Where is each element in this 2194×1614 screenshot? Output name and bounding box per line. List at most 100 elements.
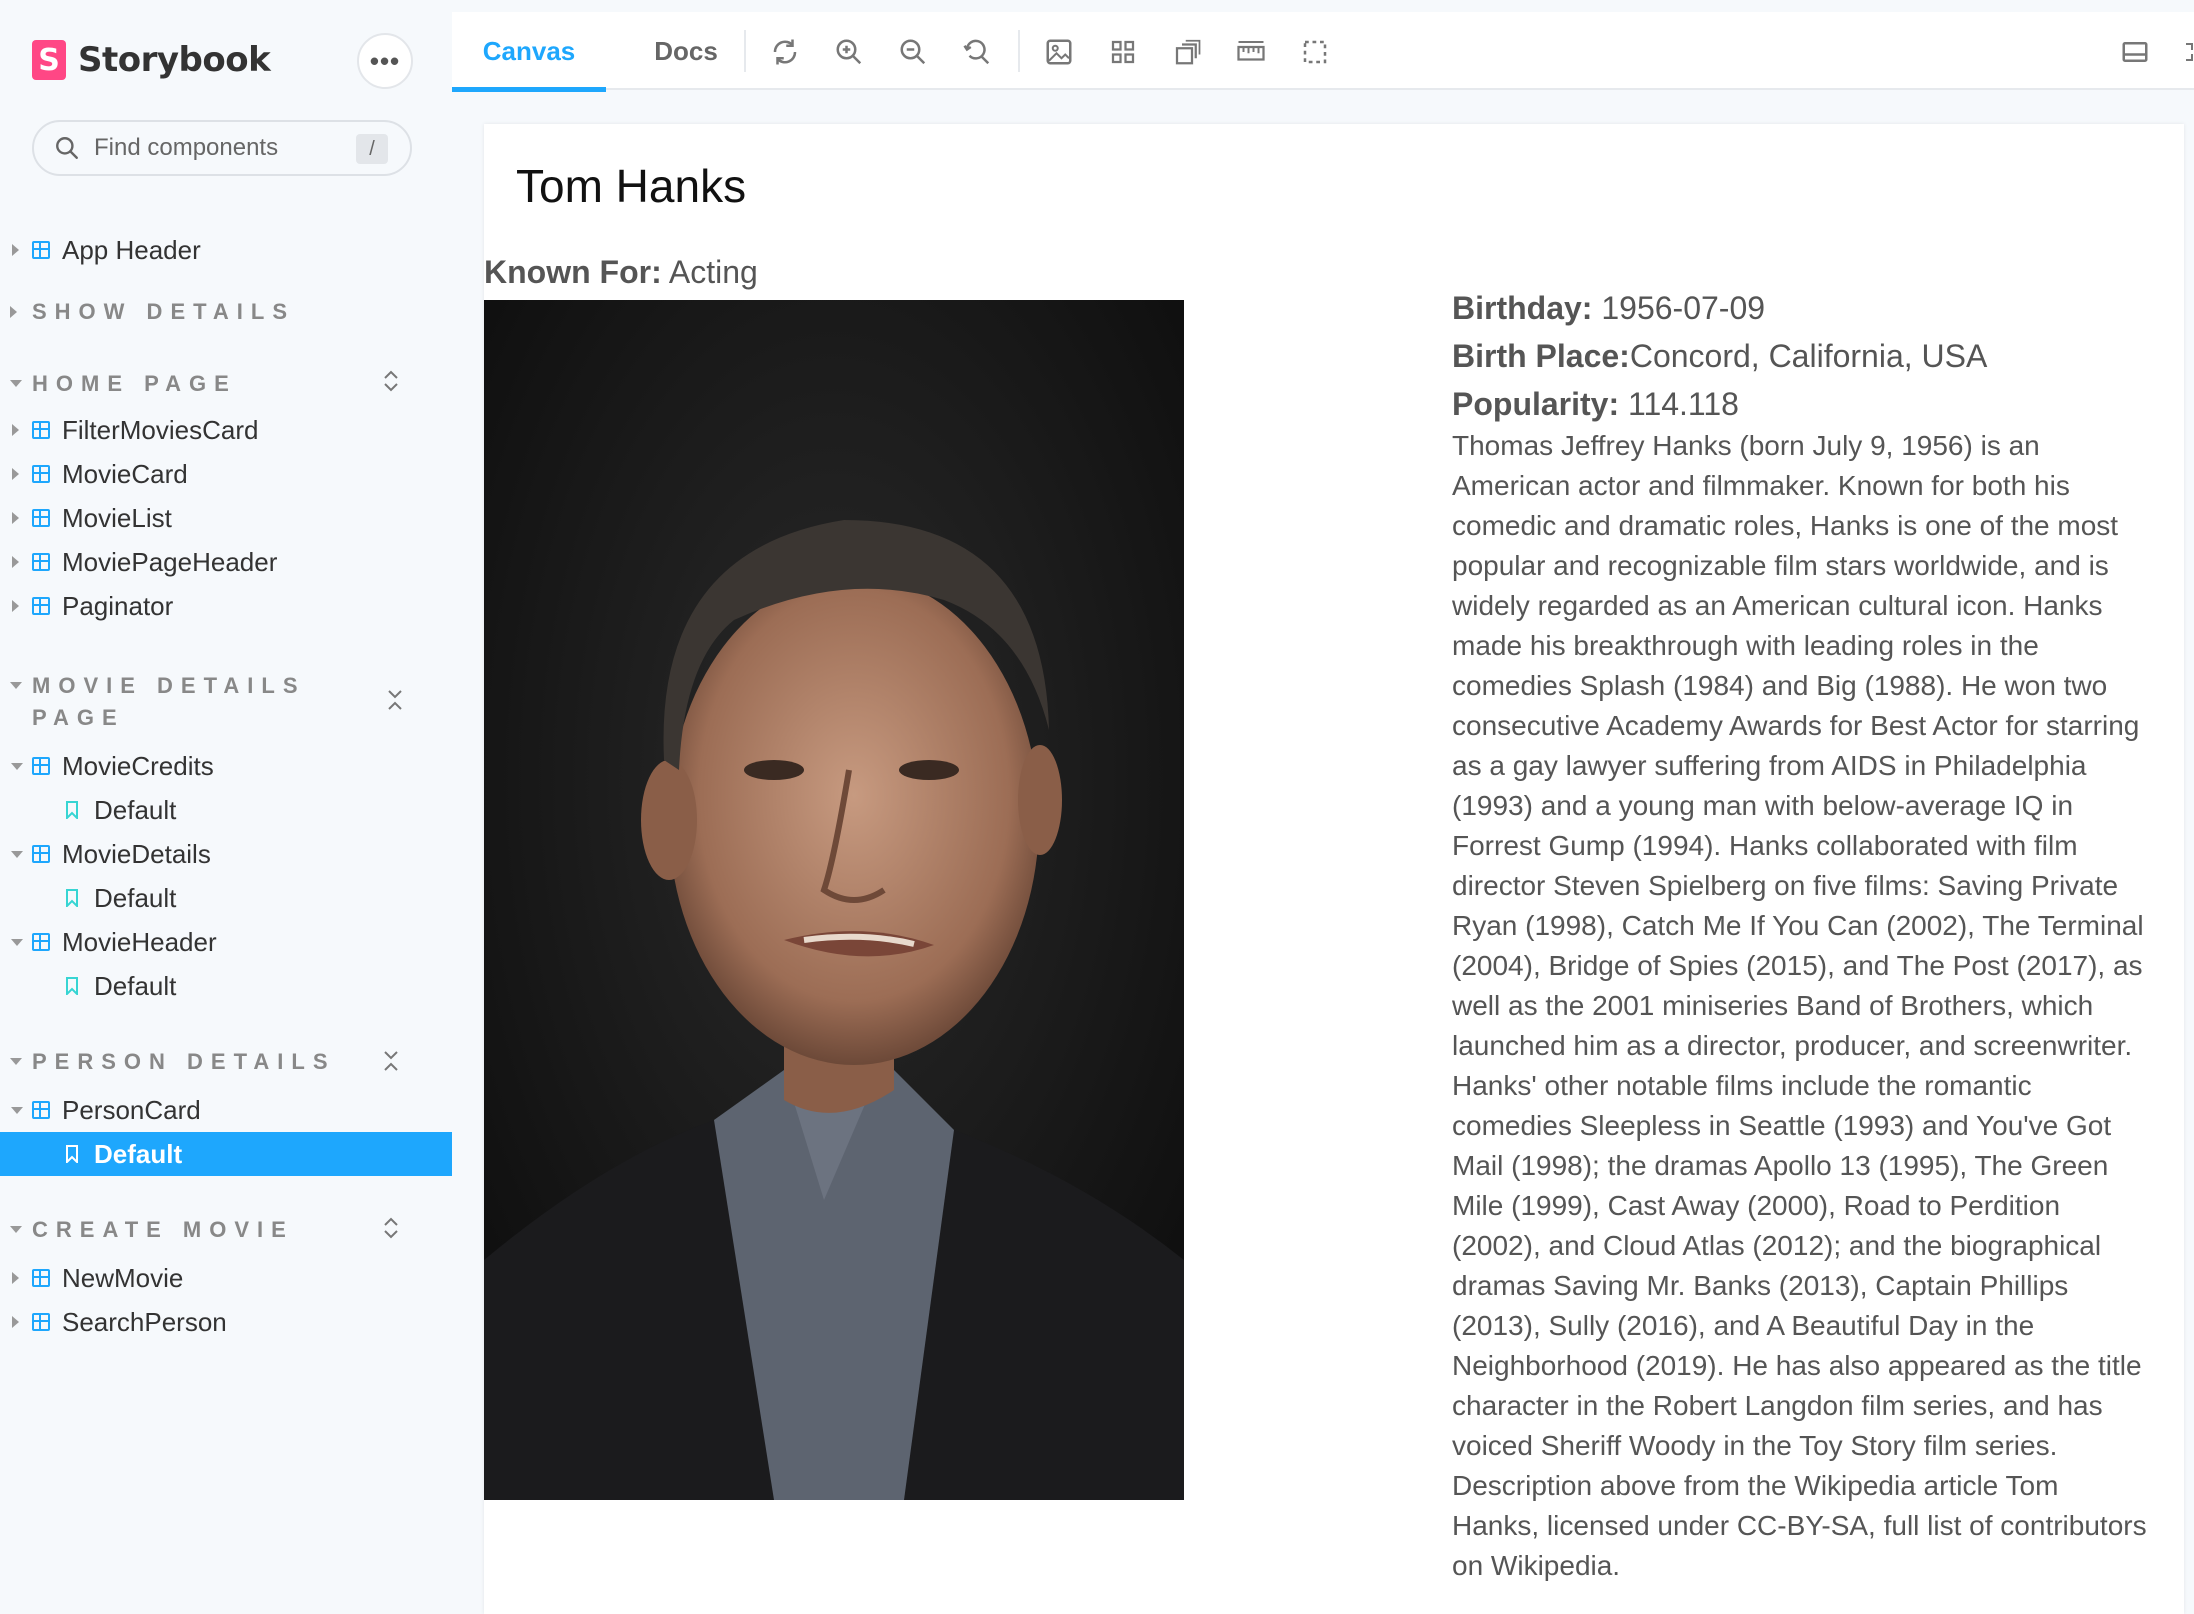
caret-down-icon <box>11 938 23 946</box>
sidebar-item-label: MovieCard <box>62 458 188 489</box>
known-for: Known For: Acting <box>484 254 758 291</box>
sidebar-item-label: NewMovie <box>62 1262 184 1293</box>
toolbar-divider <box>744 30 746 72</box>
toolbar-divider <box>1018 30 1020 72</box>
sidebar-item-label: MovieList <box>62 502 172 533</box>
tab-label: Docs <box>654 35 718 66</box>
sidebar-item-movie-header[interactable]: MovieHeader <box>0 920 452 964</box>
sidebar-item-label: Default <box>94 1138 183 1169</box>
caret-down-icon <box>11 850 23 858</box>
sidebar-item-label: MoviePageHeader <box>62 546 278 577</box>
person-photo <box>484 300 1184 1500</box>
tab-docs[interactable]: Docs <box>636 12 736 90</box>
background-icon[interactable] <box>1044 37 1074 67</box>
search-box: / <box>32 120 412 176</box>
sidebar-item-movie-page-header[interactable]: MoviePageHeader <box>0 540 452 584</box>
birth-place-label: Birth Place: <box>1452 338 1630 374</box>
tab-canvas[interactable]: Canvas <box>452 12 606 92</box>
caret-right-icon <box>12 468 19 480</box>
portrait-image <box>484 300 1184 1500</box>
component-icon <box>32 1101 50 1119</box>
sidebar-item-search-person[interactable]: SearchPerson <box>0 1300 452 1344</box>
sidebar-item-label: Default <box>94 970 177 1001</box>
caret-down-icon <box>10 682 22 689</box>
group-person-details[interactable]: PERSON DETAILS <box>32 1046 382 1078</box>
zoom-reset-icon[interactable] <box>962 37 992 67</box>
remount-icon[interactable] <box>770 37 800 67</box>
search-shortcut-badge: / <box>356 134 388 164</box>
group-show-details[interactable]: SHOW DETAILS <box>32 296 382 328</box>
sidebar-item-movie-credits[interactable]: MovieCredits <box>0 744 452 788</box>
popularity-value: 114.118 <box>1628 386 1739 422</box>
sidebar-story-movie-credits-default[interactable]: Default <box>0 788 452 832</box>
active-tab-indicator <box>452 87 606 92</box>
component-icon <box>32 597 50 615</box>
collapse-all-icon[interactable] <box>384 687 406 713</box>
zoom-in-icon[interactable] <box>834 37 864 67</box>
sidebar-item-label: FilterMoviesCard <box>62 414 259 445</box>
group-create-movie[interactable]: CREATE MOVIE <box>32 1214 382 1246</box>
sidebar-story-person-card-default[interactable]: Default <box>0 1132 452 1176</box>
search-icon <box>56 137 78 159</box>
component-icon <box>32 553 50 571</box>
caret-down-icon <box>10 1226 22 1233</box>
storybook-logo-icon: S <box>32 40 66 80</box>
popularity-label: Popularity: <box>1452 386 1620 422</box>
sidebar-item-filter-movies-card[interactable]: FilterMoviesCard <box>0 408 452 452</box>
collapse-all-icon[interactable] <box>380 1048 402 1074</box>
group-label-line: PAGE <box>32 705 125 730</box>
sidebar-item-label: Default <box>94 794 177 825</box>
component-icon <box>32 757 50 775</box>
group-home-page[interactable]: HOME PAGE <box>32 368 382 400</box>
component-icon <box>32 509 50 527</box>
sidebar-item-new-movie[interactable]: NewMovie <box>0 1256 452 1300</box>
app-title: Storybook <box>78 40 271 80</box>
sidebar-story-movie-header-default[interactable]: Default <box>0 964 452 1008</box>
sidebar-item-label: MovieCredits <box>62 750 214 781</box>
caret-down-icon <box>10 380 22 387</box>
known-for-value: Acting <box>668 254 758 290</box>
outline-icon[interactable] <box>1300 37 1330 67</box>
birthday-label: Birthday: <box>1452 290 1593 326</box>
sidebar-item-paginator[interactable]: Paginator <box>0 584 452 628</box>
sidebar-item-label: PersonCard <box>62 1094 201 1125</box>
settings-menu-button[interactable]: ••• <box>357 33 413 89</box>
bookmark-icon <box>66 1145 78 1163</box>
fullscreen-icon[interactable] <box>2184 37 2194 67</box>
story-canvas: Tom Hanks Known For: Acting Birthday: 19… <box>484 124 2184 1614</box>
toggle-panel-icon[interactable] <box>2120 37 2150 67</box>
sidebar-item-label: MovieDetails <box>62 838 211 869</box>
sidebar-item-movie-card[interactable]: MovieCard <box>0 452 452 496</box>
person-biography: Thomas Jeffrey Hanks (born July 9, 1956)… <box>1452 430 2147 1581</box>
component-icon <box>32 421 50 439</box>
bookmark-icon <box>66 801 78 819</box>
expand-all-icon[interactable] <box>380 368 402 394</box>
zoom-out-icon[interactable] <box>898 37 928 67</box>
measure-icon[interactable] <box>1236 37 1266 67</box>
group-movie-details-page[interactable]: MOVIE DETAILS PAGE <box>32 670 382 734</box>
component-icon <box>32 933 50 951</box>
storybook-brand[interactable]: S Storybook <box>32 38 271 82</box>
sidebar-item-movie-list[interactable]: MovieList <box>0 496 452 540</box>
sidebar-item-movie-details[interactable]: MovieDetails <box>0 832 452 876</box>
sidebar: S Storybook ••• / App Header SHOW DETAIL… <box>0 0 452 1614</box>
expand-all-icon[interactable] <box>380 1215 402 1241</box>
known-for-label: Known For: <box>484 254 662 290</box>
popularity-row: Popularity: 114.118 <box>1452 380 2152 428</box>
grid-icon[interactable] <box>1108 37 1138 67</box>
bookmark-icon <box>66 977 78 995</box>
viewport-icon[interactable] <box>1172 37 1202 67</box>
caret-right-icon <box>12 244 19 256</box>
birth-place-value: Concord, California, USA <box>1629 338 1988 374</box>
component-icon <box>32 465 50 483</box>
sidebar-item-app-header[interactable]: App Header <box>0 228 452 272</box>
component-icon <box>32 1269 50 1287</box>
person-facts: Birthday: 1956-07-09 Birth Place:Concord… <box>1452 284 2152 428</box>
caret-right-icon <box>12 1272 19 1284</box>
sidebar-item-person-card[interactable]: PersonCard <box>0 1088 452 1132</box>
more-dots-icon: ••• <box>369 45 401 76</box>
sidebar-story-movie-details-default[interactable]: Default <box>0 876 452 920</box>
search-input[interactable] <box>94 134 354 162</box>
person-name: Tom Hanks <box>516 160 747 212</box>
tab-label: Canvas <box>482 35 576 66</box>
